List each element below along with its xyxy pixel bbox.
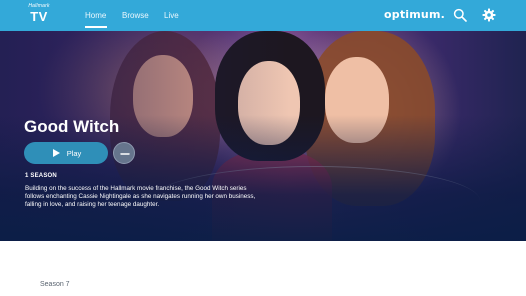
show-title: Good Witch bbox=[24, 117, 120, 136]
optimum-logo: optimum. bbox=[384, 8, 445, 21]
season-selector[interactable]: Season 7 bbox=[40, 281, 70, 288]
hallmark-tv-logo[interactable]: Hallmark TV bbox=[24, 4, 54, 26]
play-button-label: Play bbox=[66, 148, 82, 158]
nav-live[interactable]: Live bbox=[164, 11, 180, 20]
show-description: Building on the success of the Hallmark … bbox=[25, 185, 256, 208]
gear-icon[interactable] bbox=[482, 8, 496, 22]
play-icon bbox=[52, 149, 60, 157]
nav-home[interactable]: Home bbox=[85, 11, 107, 20]
nav-browse[interactable]: Browse bbox=[122, 11, 149, 20]
top-nav-bar: Hallmark TV Home Browse Live optimum. bbox=[0, 0, 526, 31]
play-button[interactable]: Play bbox=[24, 142, 108, 164]
add-to-list-button[interactable] bbox=[113, 142, 135, 164]
minus-icon bbox=[120, 153, 130, 155]
active-tab-indicator bbox=[85, 26, 107, 28]
search-icon[interactable] bbox=[453, 8, 467, 22]
logo-large-text: TV bbox=[30, 9, 48, 24]
season-count: 1 SEASON bbox=[25, 173, 57, 179]
